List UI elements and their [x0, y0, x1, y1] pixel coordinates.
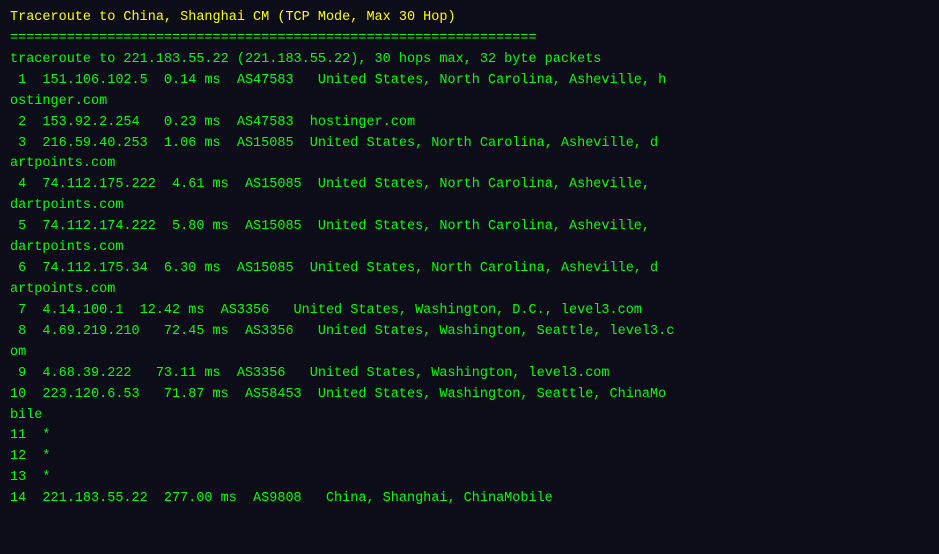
- hop-3: 3 216.59.40.253 1.06 ms AS15085 United S…: [10, 136, 658, 172]
- hop-13: 13 *: [10, 470, 51, 485]
- hop-2: 2 153.92.2.254 0.23 ms AS47583 hostinger…: [10, 115, 415, 130]
- hop-5: 5 74.112.174.222 5.80 ms AS15085 United …: [10, 219, 650, 255]
- hop-7: 7 4.14.100.1 12.42 ms AS3356 United Stat…: [10, 303, 642, 318]
- hop-9: 9 4.68.39.222 73.11 ms AS3356 United Sta…: [10, 366, 610, 381]
- terminal-output: Traceroute to China, Shanghai CM (TCP Mo…: [10, 8, 929, 510]
- header-line: traceroute to 221.183.55.22 (221.183.55.…: [10, 52, 601, 67]
- hop-14: 14 221.183.55.22 277.00 ms AS9808 China,…: [10, 491, 553, 506]
- hop-12: 12 *: [10, 449, 51, 464]
- terminal-window: Traceroute to China, Shanghai CM (TCP Mo…: [0, 0, 939, 554]
- hop-8: 8 4.69.219.210 72.45 ms AS3356 United St…: [10, 324, 674, 360]
- hop-4: 4 74.112.175.222 4.61 ms AS15085 United …: [10, 177, 650, 213]
- hop-1: 1 151.106.102.5 0.14 ms AS47583 United S…: [10, 73, 666, 109]
- divider-line: ========================================…: [10, 31, 537, 46]
- hop-11: 11 *: [10, 428, 51, 443]
- title-line: Traceroute to China, Shanghai CM (TCP Mo…: [10, 10, 456, 25]
- hop-10: 10 223.120.6.53 71.87 ms AS58453 United …: [10, 387, 666, 423]
- hop-6: 6 74.112.175.34 6.30 ms AS15085 United S…: [10, 261, 658, 297]
